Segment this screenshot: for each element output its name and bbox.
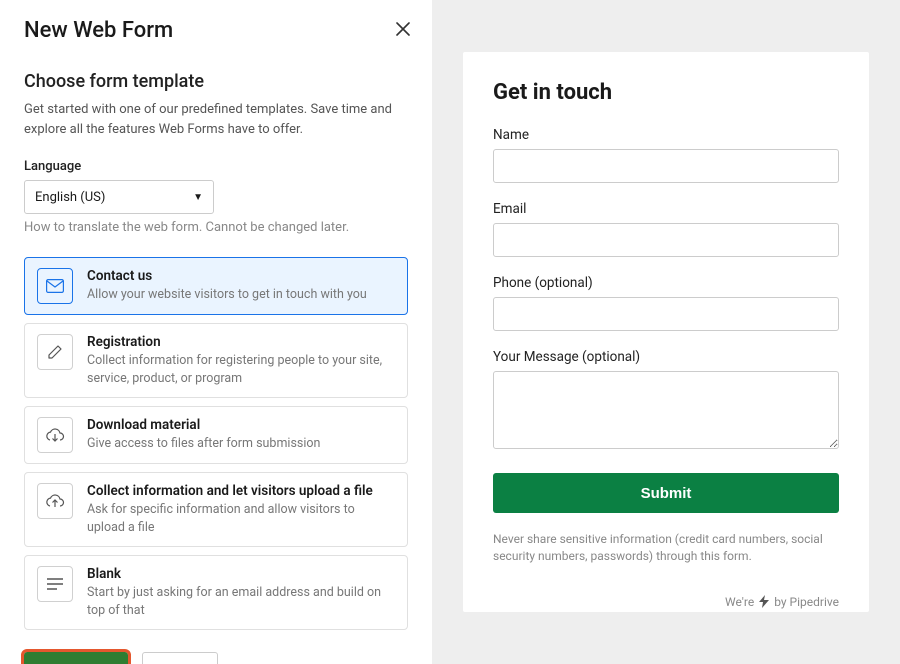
- cloud-download-icon: [37, 417, 73, 453]
- template-desc: Collect information for registering peop…: [87, 352, 395, 387]
- field-email: Email: [493, 201, 839, 257]
- section-description: Get started with one of our predefined t…: [24, 100, 408, 139]
- template-desc: Ask for specific information and allow v…: [87, 501, 395, 536]
- name-label: Name: [493, 127, 839, 143]
- preview-card: Get in touch Name Email Phone (optional)…: [463, 52, 869, 612]
- field-phone: Phone (optional): [493, 275, 839, 331]
- cancel-button[interactable]: Cancel: [142, 652, 218, 664]
- section-subtitle: Choose form template: [24, 71, 408, 92]
- language-selected-value: English (US): [35, 190, 105, 205]
- name-input[interactable]: [493, 149, 839, 183]
- footer-prefix: We're: [725, 595, 754, 609]
- mail-icon: [37, 268, 73, 304]
- message-textarea[interactable]: [493, 371, 839, 449]
- close-icon: [396, 22, 410, 36]
- language-select[interactable]: English (US) ▼: [24, 180, 214, 214]
- template-list: Contact us Allow your website visitors t…: [24, 257, 408, 630]
- email-input[interactable]: [493, 223, 839, 257]
- page-title: New Web Form: [24, 18, 408, 43]
- bolt-icon: [759, 595, 769, 608]
- create-form-button[interactable]: Create form: [24, 652, 128, 664]
- cloud-upload-icon: [37, 483, 73, 519]
- lines-icon: [37, 566, 73, 602]
- language-hint: How to translate the web form. Cannot be…: [24, 220, 408, 235]
- footer-brand: by Pipedrive: [774, 595, 839, 609]
- actions-row: Create form Cancel: [24, 652, 408, 664]
- template-contact-us[interactable]: Contact us Allow your website visitors t…: [24, 257, 408, 315]
- template-download-material[interactable]: Download material Give access to files a…: [24, 406, 408, 464]
- preview-pane: Get in touch Name Email Phone (optional)…: [432, 0, 900, 664]
- template-title: Blank: [87, 566, 395, 582]
- template-desc: Give access to files after form submissi…: [87, 435, 395, 453]
- field-message: Your Message (optional): [493, 349, 839, 449]
- template-title: Registration: [87, 334, 395, 350]
- template-title: Contact us: [87, 268, 395, 284]
- language-label: Language: [24, 159, 408, 174]
- phone-label: Phone (optional): [493, 275, 839, 291]
- email-label: Email: [493, 201, 839, 217]
- template-title: Collect information and let visitors upl…: [87, 483, 395, 499]
- close-button[interactable]: [392, 18, 414, 40]
- new-form-panel: New Web Form Choose form template Get st…: [0, 0, 432, 664]
- field-name: Name: [493, 127, 839, 183]
- submit-button[interactable]: Submit: [493, 473, 839, 513]
- message-label: Your Message (optional): [493, 349, 839, 365]
- preview-disclaimer: Never share sensitive information (credi…: [493, 531, 839, 565]
- template-registration[interactable]: Registration Collect information for reg…: [24, 323, 408, 398]
- phone-input[interactable]: [493, 297, 839, 331]
- template-desc: Start by just asking for an email addres…: [87, 584, 395, 619]
- template-title: Download material: [87, 417, 395, 433]
- template-desc: Allow your website visitors to get in to…: [87, 286, 395, 304]
- app-root: New Web Form Choose form template Get st…: [0, 0, 900, 664]
- pencil-icon: [37, 334, 73, 370]
- template-collect-upload[interactable]: Collect information and let visitors upl…: [24, 472, 408, 547]
- template-blank[interactable]: Blank Start by just asking for an email …: [24, 555, 408, 630]
- chevron-down-icon: ▼: [193, 192, 203, 203]
- preview-title: Get in touch: [493, 80, 839, 105]
- preview-footer: We're by Pipedrive: [493, 595, 839, 609]
